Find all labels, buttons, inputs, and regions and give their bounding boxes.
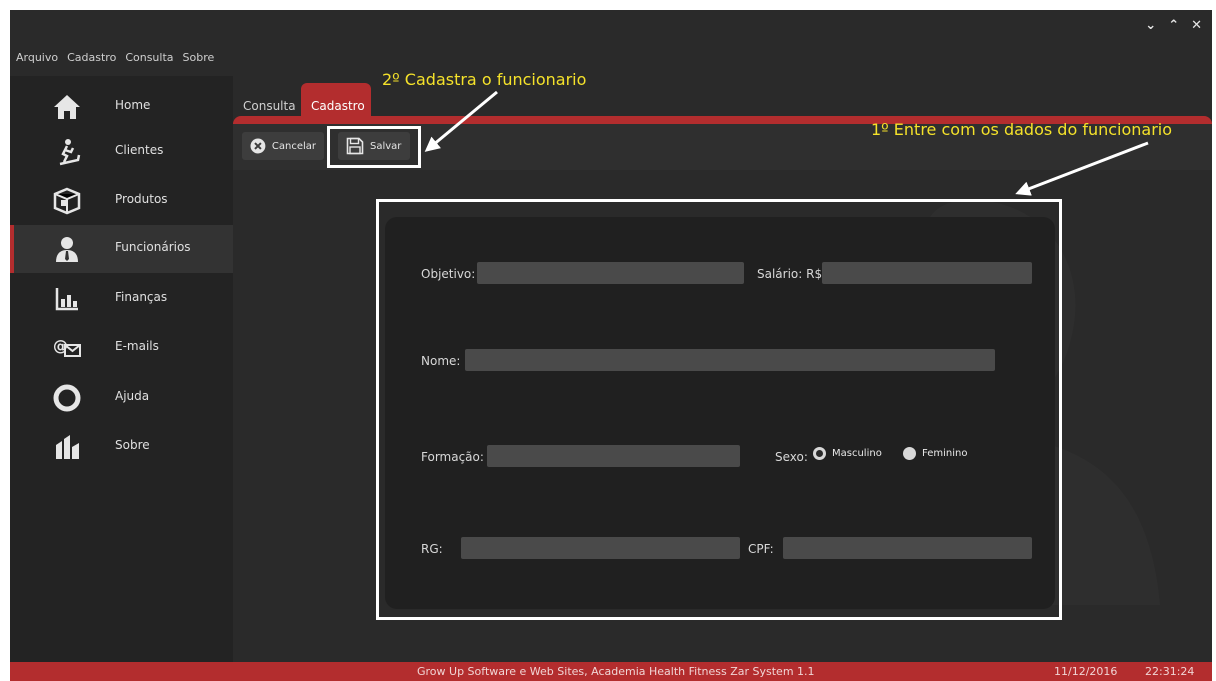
sidebar-item-label: Ajuda: [115, 389, 150, 403]
bar-chart-icon: [55, 288, 78, 311]
about-icon: [56, 435, 79, 459]
sidebar-item-label: Sobre: [115, 438, 150, 452]
sidebar-item-home[interactable]: Home: [10, 83, 233, 131]
status-date: 11/12/2016: [1054, 665, 1118, 678]
tab-cadastro[interactable]: Cadastro: [301, 83, 371, 117]
annotation-highlight-save: [327, 126, 421, 168]
sidebar: Home Clientes Produtos Funcionários Fina…: [10, 76, 233, 662]
annotation-highlight-form: [376, 199, 1062, 620]
tab-consulta[interactable]: Consulta: [243, 83, 296, 117]
status-bar: Grow Up Software e Web Sites, Academia H…: [10, 662, 1212, 681]
home-icon: [54, 95, 80, 119]
maximize-icon[interactable]: ⌃: [1168, 18, 1179, 33]
treadmill-icon: [59, 139, 81, 166]
lifebuoy-icon: [53, 384, 81, 412]
menu-consulta[interactable]: Consulta: [125, 51, 173, 64]
sidebar-item-produtos[interactable]: Produtos: [10, 177, 233, 225]
sidebar-item-clientes[interactable]: Clientes: [10, 128, 233, 176]
sidebar-item-label: Clientes: [115, 143, 164, 157]
sidebar-item-financas[interactable]: Finanças: [10, 275, 233, 323]
window-controls: ⌄ ⌃ ✕: [1145, 18, 1202, 33]
sidebar-item-ajuda[interactable]: Ajuda: [10, 374, 233, 422]
employee-icon: [56, 237, 78, 262]
sidebar-item-label: E-mails: [115, 339, 159, 353]
close-icon[interactable]: ✕: [1191, 18, 1202, 33]
sidebar-item-sobre[interactable]: Sobre: [10, 423, 233, 471]
email-icon: @: [53, 337, 81, 357]
annotation-step2: 2º Cadastra o funcionario: [382, 70, 587, 89]
sidebar-item-funcionarios[interactable]: Funcionários: [10, 225, 233, 273]
menu-bar: Arquivo Cadastro Consulta Sobre: [16, 51, 214, 64]
status-app-name: Grow Up Software e Web Sites, Academia H…: [417, 665, 815, 678]
status-time: 22:31:24: [1145, 665, 1195, 678]
sidebar-item-label: Home: [115, 98, 151, 112]
annotation-step1: 1º Entre com os dados do funcionario: [871, 120, 1173, 139]
sidebar-item-label: Finanças: [115, 290, 168, 304]
box-icon: [53, 187, 81, 215]
cancel-button[interactable]: Cancelar: [242, 132, 324, 160]
menu-sobre[interactable]: Sobre: [183, 51, 215, 64]
sidebar-item-label: Produtos: [115, 192, 168, 206]
cancel-label: Cancelar: [271, 140, 316, 152]
minimize-icon[interactable]: ⌄: [1145, 18, 1156, 33]
sidebar-item-emails[interactable]: @ E-mails: [10, 324, 233, 372]
cancel-icon: [250, 138, 266, 154]
menu-cadastro[interactable]: Cadastro: [67, 51, 116, 64]
sidebar-item-label: Funcionários: [115, 240, 191, 254]
menu-arquivo[interactable]: Arquivo: [16, 51, 58, 64]
